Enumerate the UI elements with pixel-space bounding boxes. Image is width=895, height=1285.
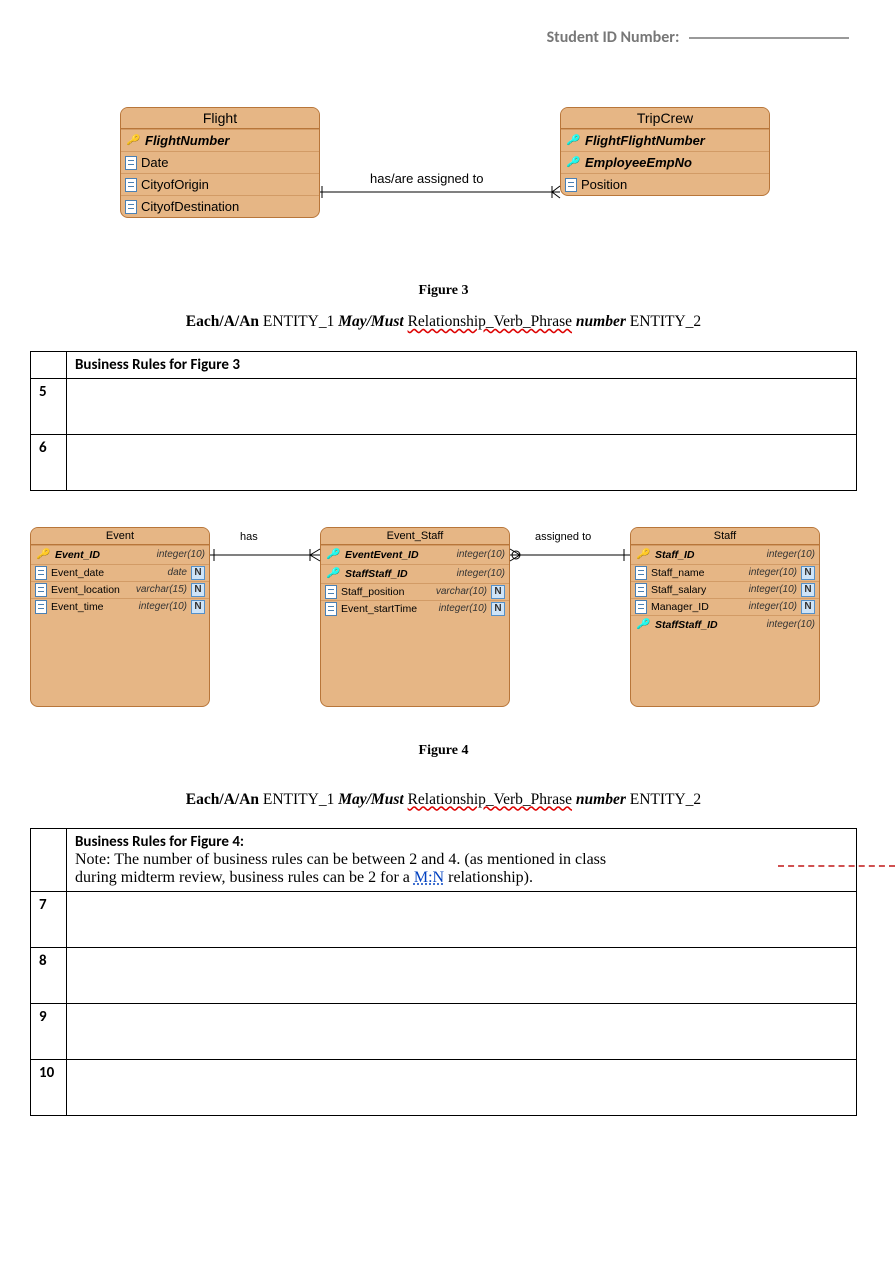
attr-eventevent-id: EventEvent_ID integer(10) bbox=[321, 545, 509, 564]
student-id-header: Student ID Number: bbox=[30, 20, 857, 47]
nullable-icon: N bbox=[801, 600, 815, 614]
key-icon bbox=[635, 547, 651, 563]
nullable-icon: N bbox=[491, 602, 505, 616]
table3-header-row: Business Rules for Figure 3 bbox=[31, 351, 857, 378]
entity-tripcrew: TripCrew FlightFlightNumber EmployeeEmpN… bbox=[560, 107, 770, 196]
attr-cityofdestination: CityofDestination bbox=[121, 195, 319, 217]
table-row: 8 bbox=[31, 948, 857, 1004]
key-icon bbox=[125, 133, 141, 149]
row-content[interactable] bbox=[67, 948, 857, 1004]
column-icon bbox=[565, 178, 577, 192]
foreign-key-icon bbox=[325, 547, 341, 563]
column-icon bbox=[325, 585, 337, 599]
attr-employeeempno: EmployeeEmpNo bbox=[561, 151, 769, 173]
nullable-icon: N bbox=[491, 585, 505, 599]
fig3-relationship-label: has/are assigned to bbox=[370, 171, 483, 186]
sentence-template-1: Each/A/An ENTITY_1 May/Must Relationship… bbox=[30, 311, 857, 333]
row-number: 9 bbox=[31, 1004, 67, 1060]
attr-manager-id: Manager_ID integer(10) N bbox=[631, 598, 819, 615]
figure3-diagram: Flight FlightNumber Date CityofOrigin Ci… bbox=[30, 107, 857, 267]
student-id-blank-line bbox=[689, 37, 849, 39]
column-icon bbox=[125, 200, 137, 214]
column-icon bbox=[35, 583, 47, 597]
table-row: 9 bbox=[31, 1004, 857, 1060]
rules-table-figure3: Business Rules for Figure 3 5 6 bbox=[30, 351, 857, 491]
attr-staff-id: Staff_ID integer(10) bbox=[631, 545, 819, 564]
row-number: 10 bbox=[31, 1060, 67, 1116]
entity-event-title: Event bbox=[31, 528, 209, 545]
table-row: 6 bbox=[31, 434, 857, 490]
attr-date: Date bbox=[121, 151, 319, 173]
figure4-diagram: Event Event_ID integer(10) Event_date da… bbox=[30, 527, 857, 727]
entity-flight: Flight FlightNumber Date CityofOrigin Ci… bbox=[120, 107, 320, 218]
entity-tripcrew-title: TripCrew bbox=[561, 108, 769, 129]
row-content[interactable] bbox=[67, 434, 857, 490]
entity-staff: Staff Staff_ID integer(10) Staff_name in… bbox=[630, 527, 820, 707]
nullable-icon: N bbox=[191, 600, 205, 614]
fig4-rel-has: has bbox=[240, 531, 258, 543]
attr-event-date: Event_date date N bbox=[31, 564, 209, 581]
column-icon bbox=[35, 600, 47, 614]
row-number: 6 bbox=[31, 434, 67, 490]
row-number: 7 bbox=[31, 892, 67, 948]
column-icon bbox=[635, 600, 647, 614]
column-icon bbox=[125, 156, 137, 170]
table4-header-row: Business Rules for Figure 4: Note: The n… bbox=[31, 829, 857, 892]
row-number: 8 bbox=[31, 948, 67, 1004]
attr-event-id: Event_ID integer(10) bbox=[31, 545, 209, 564]
nullable-icon: N bbox=[191, 566, 205, 580]
attr-flightnumber: FlightNumber bbox=[121, 129, 319, 151]
table3-header-cell: Business Rules for Figure 3 bbox=[67, 351, 857, 378]
nullable-icon: N bbox=[801, 566, 815, 580]
row-content[interactable] bbox=[67, 1060, 857, 1116]
foreign-key-icon bbox=[565, 155, 581, 171]
row-content[interactable] bbox=[67, 378, 857, 434]
entity-flight-title: Flight bbox=[121, 108, 319, 129]
table-row: 10 bbox=[31, 1060, 857, 1116]
foreign-key-icon bbox=[325, 566, 341, 582]
attr-event-starttime: Event_startTime integer(10) N bbox=[321, 600, 509, 617]
key-icon bbox=[35, 547, 51, 563]
row-content[interactable] bbox=[67, 892, 857, 948]
nullable-icon: N bbox=[801, 583, 815, 597]
student-id-label: Student ID Number: bbox=[547, 28, 680, 47]
attr-position: Position bbox=[561, 173, 769, 195]
row-content[interactable] bbox=[67, 1004, 857, 1060]
mn-link: M:N bbox=[414, 869, 444, 886]
rules-table-figure4: Business Rules for Figure 4: Note: The n… bbox=[30, 828, 857, 1116]
attr-staff-position: Staff_position varchar(10) N bbox=[321, 583, 509, 600]
attr-cityoforigin: CityofOrigin bbox=[121, 173, 319, 195]
column-icon bbox=[125, 178, 137, 192]
nullable-icon: N bbox=[191, 583, 205, 597]
fig4-connector-has bbox=[210, 545, 320, 565]
entity-event: Event Event_ID integer(10) Event_date da… bbox=[30, 527, 210, 707]
attr-staffstaff-id: StaffStaff_ID integer(10) bbox=[321, 564, 509, 583]
sentence-template-2: Each/A/An ENTITY_1 May/Must Relationship… bbox=[30, 789, 857, 811]
figure4-caption: Figure 4 bbox=[30, 743, 857, 759]
fig4-connector-assigned bbox=[510, 545, 630, 565]
column-icon bbox=[635, 566, 647, 580]
attr-staff-salary: Staff_salary integer(10) N bbox=[631, 581, 819, 598]
entity-event-staff-title: Event_Staff bbox=[321, 528, 509, 545]
entity-staff-title: Staff bbox=[631, 528, 819, 545]
table-row: 7 bbox=[31, 892, 857, 948]
figure3-caption: Figure 3 bbox=[30, 283, 857, 299]
row-number: 5 bbox=[31, 378, 67, 434]
table-row: 5 bbox=[31, 378, 857, 434]
attr-event-time: Event_time integer(10) N bbox=[31, 598, 209, 615]
entity-event-staff: Event_Staff EventEvent_ID integer(10) St… bbox=[320, 527, 510, 707]
table4-header-cell: Business Rules for Figure 4: Note: The n… bbox=[67, 829, 857, 892]
column-icon bbox=[35, 566, 47, 580]
attr-flightflightnumber: FlightFlightNumber bbox=[561, 129, 769, 151]
foreign-key-icon bbox=[635, 617, 651, 633]
attr-event-location: Event_location varchar(15) N bbox=[31, 581, 209, 598]
attr-staff-name: Staff_name integer(10) N bbox=[631, 564, 819, 581]
comment-dashed-line bbox=[778, 865, 895, 867]
fig4-rel-assigned: assigned to bbox=[535, 531, 591, 543]
attr-staff-staffstaff-id: StaffStaff_ID integer(10) bbox=[631, 615, 819, 634]
column-icon bbox=[325, 602, 337, 616]
column-icon bbox=[635, 583, 647, 597]
foreign-key-icon bbox=[565, 133, 581, 149]
